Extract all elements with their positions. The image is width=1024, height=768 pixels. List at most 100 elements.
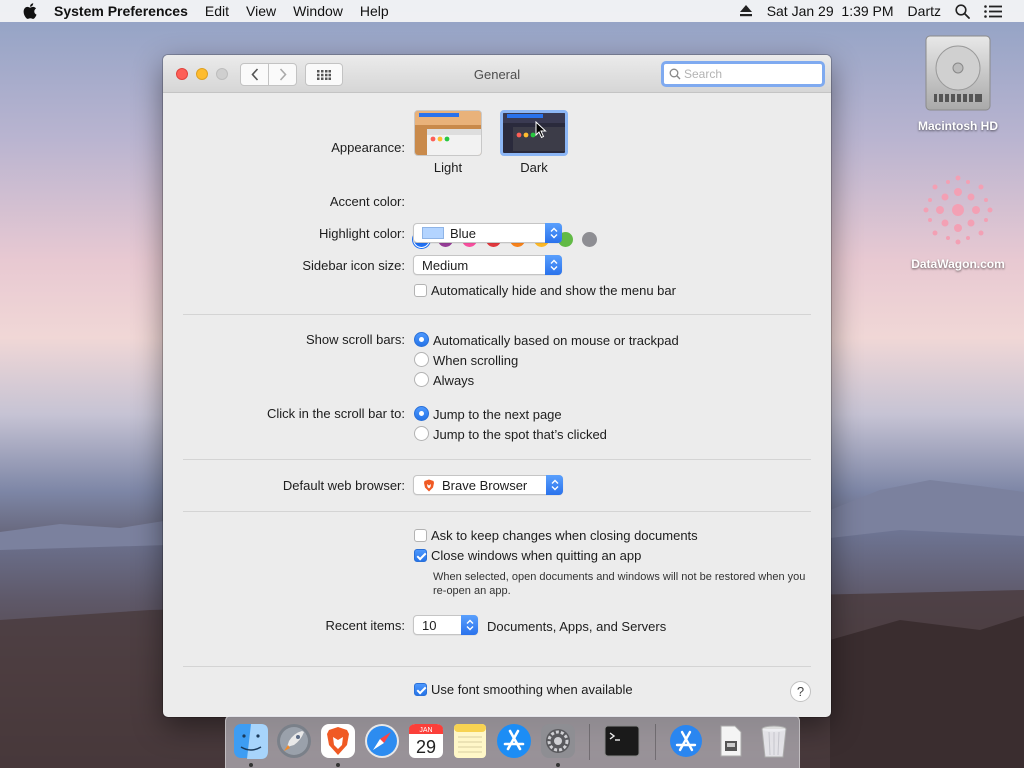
auto-hide-menu-bar-checkbox[interactable] bbox=[414, 284, 427, 297]
scroll-bars-auto-radio[interactable] bbox=[414, 332, 429, 347]
eject-icon[interactable] bbox=[739, 5, 753, 17]
dock-divider bbox=[655, 724, 656, 760]
auto-hide-menu-bar-label[interactable]: Automatically hide and show the menu bar bbox=[431, 283, 676, 298]
ask-keep-changes-checkbox[interactable] bbox=[414, 529, 427, 542]
jump-next-page-radio[interactable] bbox=[414, 406, 429, 421]
jump-to-spot-radio[interactable] bbox=[414, 426, 429, 441]
separator bbox=[183, 511, 811, 512]
close-windows-label[interactable]: Close windows when quitting an app bbox=[431, 548, 641, 563]
light-appearance-thumbnail bbox=[415, 111, 481, 155]
menu-clock[interactable]: Sat Jan 29 1:39 PM bbox=[767, 3, 894, 19]
dock-app-store[interactable] bbox=[495, 722, 533, 760]
spotlight-search-icon[interactable] bbox=[955, 3, 970, 19]
calendar-icon: JAN 29 bbox=[409, 724, 443, 758]
sidebar-icon-size-label: Sidebar icon size: bbox=[302, 258, 405, 273]
apple-menu-icon[interactable] bbox=[20, 3, 40, 19]
search-field[interactable] bbox=[661, 61, 825, 87]
scroll-bars-when-scrolling-label[interactable]: When scrolling bbox=[433, 353, 518, 368]
dock-finder[interactable] bbox=[232, 722, 270, 760]
popup-arrows-icon bbox=[545, 223, 562, 243]
scroll-bars-always-radio[interactable] bbox=[414, 372, 429, 387]
separator bbox=[183, 314, 811, 315]
dock-calendar[interactable]: JAN 29 bbox=[407, 722, 445, 760]
sidebar-icon-size-value: Medium bbox=[422, 257, 469, 273]
accent-color-label: Accent color: bbox=[329, 194, 405, 209]
dock-terminal[interactable] bbox=[603, 722, 641, 760]
dock-notes[interactable] bbox=[451, 722, 489, 760]
gear-icon bbox=[541, 724, 575, 758]
hard-drive-icon bbox=[925, 35, 991, 111]
dock: JAN 29 bbox=[225, 715, 800, 768]
ask-keep-changes-label[interactable]: Ask to keep changes when closing documen… bbox=[431, 528, 698, 543]
applications-folder-icon bbox=[670, 725, 702, 757]
scroll-bars-auto-label[interactable]: Automatically based on mouse or trackpad bbox=[433, 333, 679, 348]
accent-color-swatch[interactable] bbox=[582, 232, 597, 247]
show-scroll-bars-label: Show scroll bars: bbox=[306, 332, 405, 347]
help-button[interactable]: ? bbox=[790, 681, 811, 702]
close-windows-checkbox[interactable] bbox=[414, 549, 427, 562]
calendar-month-text: JAN bbox=[419, 727, 432, 734]
brave-icon bbox=[321, 724, 355, 758]
running-indicator bbox=[556, 763, 560, 767]
menu-app-name[interactable]: System Preferences bbox=[54, 3, 188, 19]
scroll-bars-always-label[interactable]: Always bbox=[433, 373, 474, 388]
appearance-light-option[interactable] bbox=[414, 110, 482, 156]
desktop-icon-label: DataWagon.com bbox=[911, 257, 1005, 271]
trash-icon bbox=[761, 725, 787, 758]
dock-launchpad[interactable] bbox=[275, 722, 313, 760]
window-titlebar[interactable]: General bbox=[163, 55, 831, 93]
recent-items-label: Recent items: bbox=[325, 618, 405, 633]
appearance-dark-option[interactable] bbox=[500, 110, 568, 156]
dock-trash[interactable] bbox=[755, 722, 793, 760]
desktop-icon-label: Macintosh HD bbox=[917, 119, 998, 133]
sidebar-icon-size-popup[interactable]: Medium bbox=[413, 255, 562, 275]
appearance-dark-label: Dark bbox=[520, 160, 548, 175]
menu-view[interactable]: View bbox=[246, 3, 276, 19]
recent-items-popup[interactable]: 10 bbox=[413, 615, 478, 635]
document-stack-icon bbox=[720, 725, 742, 757]
preferences-window: General Appearance: Light bbox=[163, 55, 831, 717]
dock-system-preferences[interactable] bbox=[539, 722, 577, 760]
popup-arrows-icon bbox=[545, 255, 562, 275]
font-smoothing-label[interactable]: Use font smoothing when available bbox=[431, 682, 633, 697]
default-browser-popup[interactable]: Brave Browser bbox=[413, 475, 563, 495]
dark-appearance-thumbnail bbox=[503, 113, 565, 153]
separator bbox=[183, 459, 811, 460]
search-icon bbox=[669, 68, 681, 80]
highlight-color-swatch bbox=[422, 227, 444, 239]
menu-user[interactable]: Dartz bbox=[908, 3, 941, 19]
menu-bar: System Preferences Edit View Window Help… bbox=[0, 0, 1024, 22]
running-indicator bbox=[249, 763, 253, 767]
appearance-light-label: Light bbox=[433, 160, 463, 175]
dock-brave[interactable] bbox=[319, 722, 357, 760]
desktop-icon-macintosh-hd[interactable]: Macintosh HD bbox=[903, 32, 1013, 133]
launchpad-rocket-icon bbox=[277, 724, 311, 758]
menu-edit[interactable]: Edit bbox=[205, 3, 229, 19]
jump-to-spot-label[interactable]: Jump to the spot that’s clicked bbox=[433, 427, 607, 442]
appearance-label: Appearance: bbox=[331, 140, 405, 155]
scroll-bars-when-scrolling-radio[interactable] bbox=[414, 352, 429, 367]
dock-applications-folder[interactable] bbox=[667, 722, 705, 760]
default-browser-value: Brave Browser bbox=[442, 477, 528, 493]
brave-icon bbox=[423, 479, 435, 492]
dock-safari[interactable] bbox=[363, 722, 401, 760]
notification-center-icon[interactable] bbox=[984, 4, 1002, 18]
popup-arrows-icon bbox=[546, 475, 563, 495]
desktop-icon-datawagon[interactable]: DataWagon.com bbox=[903, 170, 1013, 271]
search-input[interactable] bbox=[684, 67, 814, 81]
recent-items-suffix: Documents, Apps, and Servers bbox=[487, 619, 667, 634]
highlight-color-label: Highlight color: bbox=[319, 226, 405, 241]
separator bbox=[183, 666, 811, 667]
close-windows-note: When selected, open documents and window… bbox=[433, 571, 806, 597]
jump-next-page-label[interactable]: Jump to the next page bbox=[433, 407, 562, 422]
recent-items-value: 10 bbox=[422, 617, 437, 633]
terminal-icon bbox=[604, 725, 640, 757]
dock-downloads[interactable] bbox=[711, 722, 749, 760]
font-smoothing-checkbox[interactable] bbox=[414, 683, 427, 696]
menu-window[interactable]: Window bbox=[293, 3, 343, 19]
calendar-day-text: 29 bbox=[416, 737, 436, 757]
menu-help[interactable]: Help bbox=[360, 3, 389, 19]
running-indicator bbox=[336, 763, 340, 767]
app-store-icon bbox=[497, 724, 531, 758]
highlight-color-popup[interactable]: Blue bbox=[413, 223, 562, 243]
